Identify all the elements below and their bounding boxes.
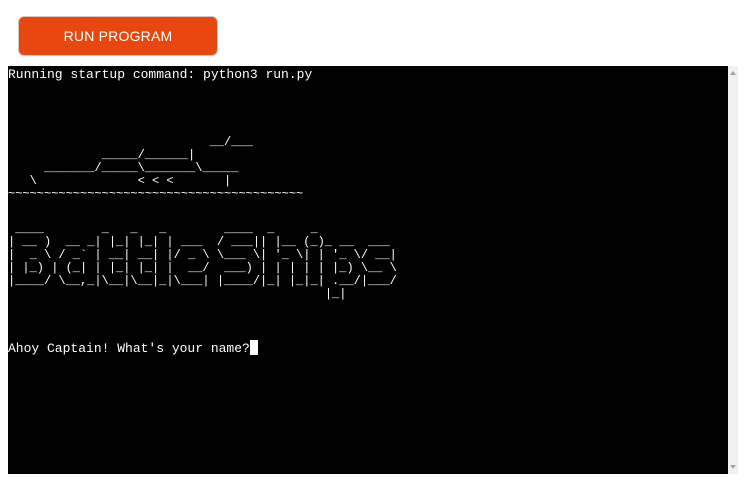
terminal-scrollbar[interactable]	[728, 66, 738, 474]
scroll-down-arrow-icon[interactable]	[728, 462, 738, 472]
name-prompt-text: Ahoy Captain! What's your name?	[8, 341, 250, 356]
run-program-button[interactable]: RUN PROGRAM	[18, 16, 218, 56]
startup-command-line: Running startup command: python3 run.py	[8, 67, 313, 82]
scroll-up-arrow-icon[interactable]	[728, 68, 738, 78]
battleships-title-ascii-art: ____ _ _ _ ____ _ _ | __ ) __ _| |_| |_|…	[8, 222, 397, 301]
terminal-window[interactable]: Running startup command: python3 run.py …	[8, 66, 728, 474]
name-prompt-line: Ahoy Captain! What's your name?	[8, 340, 258, 356]
ship-ascii-art: __/___ _____/______| _______/_____\_____…	[8, 135, 304, 201]
text-cursor[interactable]	[249, 340, 258, 355]
